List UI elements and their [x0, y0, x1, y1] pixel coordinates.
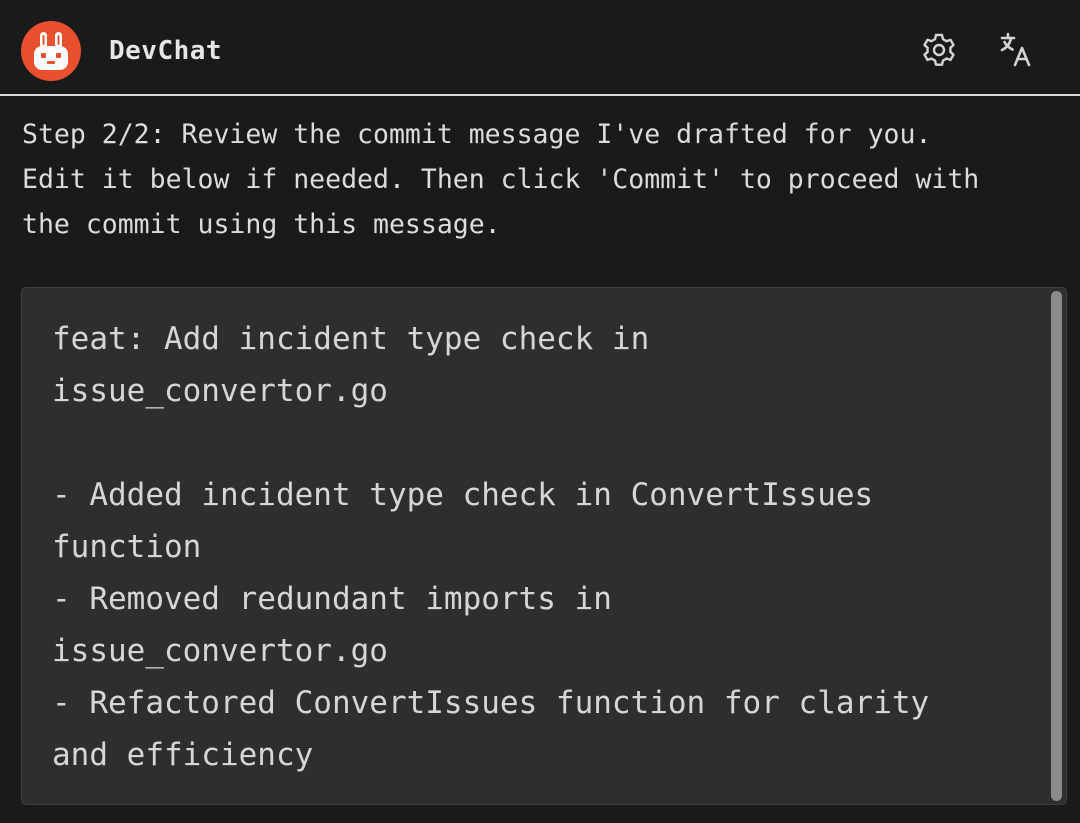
- editor-scrollbar[interactable]: [1048, 288, 1066, 804]
- commit-message-editor: feat: Add incident type check in issue_c…: [21, 287, 1067, 805]
- translate-button[interactable]: [995, 29, 1037, 71]
- settings-button[interactable]: [918, 29, 960, 71]
- commit-message-input[interactable]: feat: Add incident type check in issue_c…: [52, 313, 1027, 793]
- rabbit-logo-icon: [21, 21, 81, 81]
- editor-scrollbar-thumb[interactable]: [1051, 291, 1062, 801]
- devchat-panel: DevChat Step 2/2: Review the commit mess…: [0, 0, 1080, 823]
- header-bar: DevChat: [0, 0, 1080, 96]
- instruction-text: Step 2/2: Review the commit message I've…: [22, 119, 980, 240]
- app-title: DevChat: [109, 36, 223, 66]
